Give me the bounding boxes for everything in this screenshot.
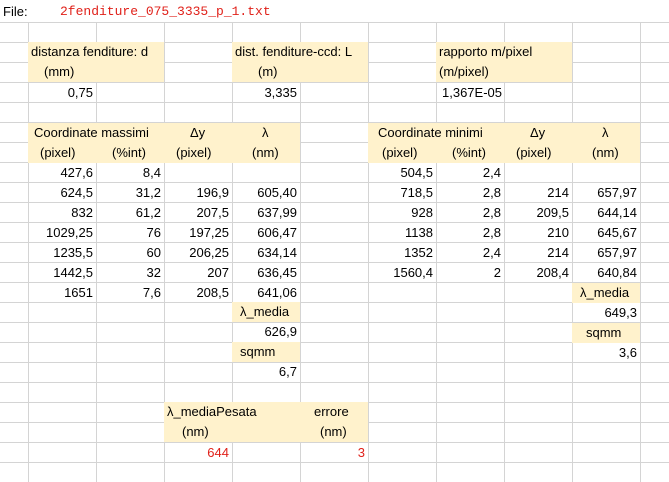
table-cell: 206,25 — [189, 245, 229, 260]
table-cell: 207,5 — [196, 205, 229, 220]
table-cell: 2 — [493, 265, 501, 280]
distance-d-value: 0,75 — [67, 85, 93, 100]
table-cell: 641,06 — [257, 285, 297, 300]
table-cell: 7,6 — [142, 285, 161, 300]
maxima-mean-value: 626,9 — [264, 324, 297, 339]
table-cell: 2,4 — [482, 245, 501, 260]
table-cell: 1138 — [405, 225, 433, 240]
table-cell: 60 — [146, 245, 161, 260]
minima-mean-value: 649,3 — [604, 305, 637, 320]
file-name: 2fenditure_075_3335_p_1.txt — [60, 4, 271, 19]
table-cell: 1235,5 — [53, 245, 93, 260]
table-cell: 209,5 — [536, 205, 569, 220]
table-cell: 208,4 — [536, 265, 569, 280]
error-value: 3 — [357, 445, 365, 460]
minima-unit-pixel: (pixel) — [368, 143, 436, 163]
table-cell: 1560,4 — [393, 265, 433, 280]
minima-unit-nm: (nm) — [572, 143, 640, 163]
table-cell: 214 — [547, 185, 569, 200]
table-cell — [164, 163, 232, 183]
table-cell: 31,2 — [135, 185, 161, 200]
table-cell — [232, 163, 300, 183]
table-cell: 196,9 — [196, 185, 229, 200]
table-cell — [504, 163, 572, 183]
table-cell: 640,84 — [597, 265, 637, 280]
table-cell: 32 — [146, 265, 161, 280]
weighted-mean-unit: (nm) — [164, 422, 300, 442]
table-cell: 2,8 — [482, 205, 501, 220]
table-cell: 207 — [207, 265, 229, 280]
minima-unit-int: (%int) — [436, 143, 504, 163]
ratio-value: 1,367E-05 — [442, 85, 502, 100]
maxima-header: Coordinate massimi — [28, 123, 164, 143]
table-cell: 718,5 — [400, 185, 433, 200]
distance-L-value: 3,335 — [264, 85, 297, 100]
table-cell: 634,14 — [257, 245, 297, 260]
table-cell: 657,97 — [597, 185, 637, 200]
table-cell: 2,4 — [482, 165, 501, 180]
minima-sqmm-label: sqmm — [572, 323, 640, 343]
ratio-unit: (m/pixel) — [436, 62, 572, 82]
minima-header: Coordinate minimi — [368, 123, 504, 143]
maxima-unit-pixel: (pixel) — [28, 143, 96, 163]
table-cell: 928 — [411, 205, 433, 220]
table-cell: 2,8 — [482, 185, 501, 200]
table-cell: 61,2 — [135, 205, 161, 220]
maxima-unit-int: (%int) — [96, 143, 164, 163]
file-label: File: — [3, 4, 28, 19]
table-cell: 2,8 — [482, 225, 501, 240]
table-cell: 832 — [71, 205, 93, 220]
distance-L-unit: (m) — [232, 62, 368, 82]
maxima-lambda-header: λ — [232, 123, 300, 143]
table-cell: 1352 — [404, 245, 433, 260]
minima-mean-label: λ_media — [572, 283, 640, 303]
weighted-mean-value: 644 — [207, 445, 229, 460]
table-cell: 645,67 — [597, 225, 637, 240]
table-cell: 657,97 — [597, 245, 637, 260]
distance-d-unit: (mm) — [28, 62, 164, 82]
table-cell: 214 — [547, 245, 569, 260]
table-cell: 1442,5 — [53, 265, 93, 280]
table-cell — [572, 163, 640, 183]
table-cell: 1029,25 — [46, 225, 93, 240]
maxima-mean-label: λ_media — [232, 302, 300, 322]
minima-dy-header: Δy — [504, 123, 572, 143]
table-cell: 8,4 — [142, 165, 161, 180]
maxima-dy-header: Δy — [164, 123, 232, 143]
maxima-sqmm-label: sqmm — [232, 342, 300, 362]
maxima-unit-dy: (pixel) — [164, 143, 232, 163]
maxima-sqmm-value: 6,7 — [278, 364, 297, 379]
table-cell: 637,99 — [257, 205, 297, 220]
table-cell: 197,25 — [189, 225, 229, 240]
ratio-label: rapporto m/pixel — [436, 42, 572, 62]
weighted-mean-label: λ_mediaPesata — [164, 402, 300, 422]
distance-L-label: dist. fenditure-ccd: L — [232, 42, 368, 62]
distance-d-label: distanza fenditure: d — [28, 42, 164, 62]
table-cell: 1651 — [64, 285, 93, 300]
table-cell: 76 — [146, 225, 161, 240]
table-cell: 605,40 — [257, 185, 297, 200]
table-cell: 504,5 — [400, 165, 433, 180]
table-cell: 624,5 — [60, 185, 93, 200]
minima-unit-dy: (pixel) — [504, 143, 572, 163]
error-label: errore — [300, 402, 368, 422]
table-cell: 210 — [547, 225, 569, 240]
table-cell: 644,14 — [597, 205, 637, 220]
table-cell: 427,6 — [60, 165, 93, 180]
minima-sqmm-value: 3,6 — [618, 345, 637, 360]
table-cell: 636,45 — [257, 265, 297, 280]
minima-lambda-header: λ — [572, 123, 640, 143]
table-cell: 606,47 — [257, 225, 297, 240]
table-cell: 208,5 — [196, 285, 229, 300]
maxima-unit-nm: (nm) — [232, 143, 300, 163]
error-unit: (nm) — [300, 422, 368, 442]
